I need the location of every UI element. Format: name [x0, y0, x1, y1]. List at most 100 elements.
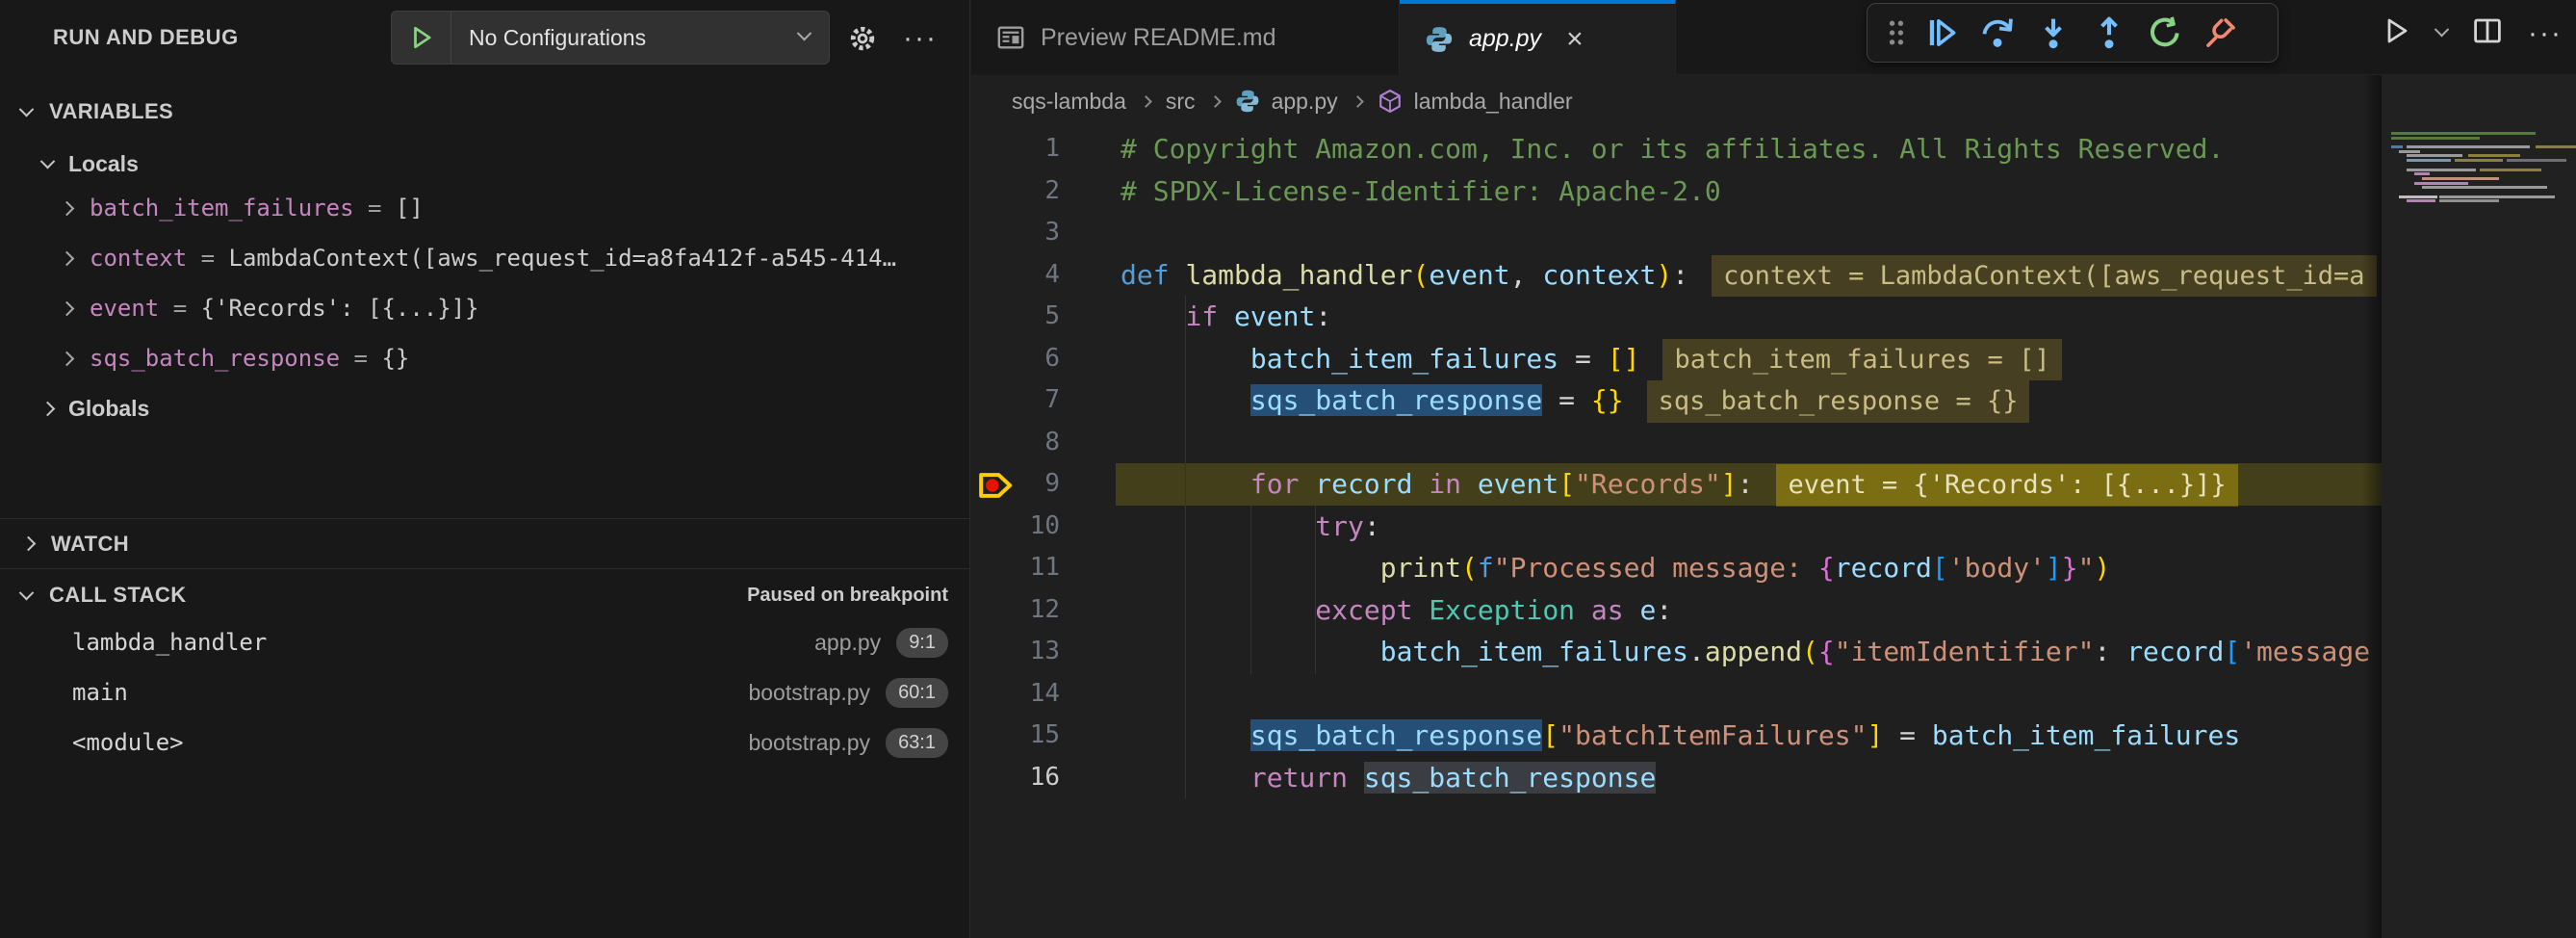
code-line[interactable]: 2# SPDX-License-Identifier: Apache-2.0	[971, 170, 2382, 213]
sidebar-more-actions-button[interactable]: ···	[903, 21, 938, 56]
line-number[interactable]: 13	[971, 631, 1060, 673]
code-line[interactable]: 11 print(f"Processed message: {record['b…	[971, 547, 2382, 589]
code-line[interactable]: 4def lambda_handler(event, context):cont…	[971, 254, 2382, 297]
variable-row[interactable]: event = {'Records': [{...}]}	[0, 283, 969, 333]
minimap-segment	[2407, 154, 2462, 157]
debug-continue-icon	[1924, 15, 1959, 50]
minimap-line	[2391, 198, 2570, 203]
code-line[interactable]: 14	[971, 673, 2382, 716]
line-number[interactable]: 4	[971, 254, 1060, 297]
code-line[interactable]: 8	[971, 422, 2382, 464]
toolbar-drag-handle[interactable]	[1879, 8, 1914, 58]
continue-button[interactable]	[1914, 8, 1970, 58]
code-line[interactable]: 10 try:	[971, 506, 2382, 548]
variable-row[interactable]: sqs_batch_response = {}	[0, 333, 969, 383]
code-token: lambda_handler	[1185, 259, 1412, 291]
code-line[interactable]: 9 for record in event["Records"]:event =…	[971, 463, 2382, 506]
code-line[interactable]: 7 sqs_batch_response = {}sqs_batch_respo…	[971, 379, 2382, 422]
line-number[interactable]: 1	[971, 128, 1060, 170]
variable-value: {'Records': [{...}]}	[201, 295, 479, 322]
callstack-frame[interactable]: mainbootstrap.py60:1	[0, 667, 969, 717]
breadcrumb-file[interactable]: app.py	[1272, 89, 1338, 115]
split-editor-icon	[2472, 15, 2503, 46]
breadcrumb-separator-icon	[1140, 95, 1152, 108]
line-number[interactable]: 12	[971, 589, 1060, 632]
disconnect-button[interactable]	[2193, 8, 2249, 58]
breadcrumb-folder[interactable]: sqs-lambda	[1012, 89, 1126, 115]
code-line[interactable]: 6 batch_item_failures = []batch_item_fai…	[971, 338, 2382, 380]
code-token	[1348, 762, 1364, 794]
code-token: def	[1121, 259, 1170, 291]
code-line[interactable]: 13 batch_item_failures.append({"itemIden…	[971, 631, 2382, 673]
code-line[interactable]: 16 return sqs_batch_response	[971, 757, 2382, 799]
start-debug-button[interactable]	[392, 12, 451, 64]
callstack-frame[interactable]: <module>bootstrap.py63:1	[0, 717, 969, 768]
line-number[interactable]: 15	[971, 715, 1060, 757]
run-python-file-button[interactable]	[2381, 15, 2411, 51]
watch-section-header[interactable]: WATCH	[0, 518, 969, 569]
line-number[interactable]: 10	[971, 506, 1060, 548]
line-number[interactable]: 14	[971, 673, 1060, 716]
code-token: append	[1705, 636, 1802, 667]
code-line[interactable]: 5 if event:	[971, 296, 2382, 338]
line-number[interactable]: 3	[971, 212, 1060, 254]
line-number[interactable]: 11	[971, 547, 1060, 589]
scope-globals[interactable]: Globals	[0, 383, 969, 433]
line-number[interactable]: 7	[971, 379, 1060, 422]
step-over-button[interactable]	[1970, 8, 2025, 58]
frame-file: bootstrap.py	[748, 680, 870, 706]
restart-button[interactable]	[2137, 8, 2193, 58]
variable-value: LambdaContext([aws_request_id=a8fa412f-a…	[229, 245, 897, 272]
line-number[interactable]: 6	[971, 338, 1060, 380]
variable-value: {}	[381, 345, 409, 372]
line-number[interactable]: 5	[971, 296, 1060, 338]
variable-name: event	[90, 295, 159, 322]
code-line[interactable]: 1# Copyright Amazon.com, Inc. or its aff…	[971, 128, 2382, 170]
code-token: "itemIdentifier"	[1835, 636, 2095, 667]
minimap-segment	[2422, 186, 2547, 189]
scope-label: Locals	[68, 151, 139, 177]
code-token: 'body'	[1948, 552, 2046, 584]
variable-row[interactable]: context = LambdaContext([aws_request_id=…	[0, 233, 969, 283]
variable-row[interactable]: batch_item_failures = []	[0, 183, 969, 233]
line-number[interactable]: 16	[971, 757, 1060, 799]
step-out-button[interactable]	[2081, 8, 2137, 58]
code-token	[1299, 468, 1315, 500]
callstack-section-header[interactable]: CALL STACK Paused on breakpoint	[0, 573, 969, 617]
editor-more-actions-button[interactable]: ···	[2528, 17, 2563, 50]
code-token: =	[1558, 343, 1608, 375]
code-token: Exception	[1429, 594, 1575, 626]
chevron-down-icon	[2434, 21, 2450, 37]
step-into-button[interactable]	[2025, 8, 2081, 58]
code-line[interactable]: 3	[971, 212, 2382, 254]
minimap[interactable]	[2382, 75, 2576, 938]
debug-configuration-dropdown[interactable]: No Configurations	[391, 11, 830, 65]
frame-function: lambda_handler	[72, 629, 267, 656]
frame-location: app.py9:1	[814, 628, 948, 658]
run-options-chevron[interactable]	[2436, 25, 2447, 42]
tab-app-py[interactable]: app.py ×	[1400, 0, 1676, 75]
debug-step-over-icon	[1980, 15, 2015, 50]
code-token: :	[1364, 510, 1380, 542]
breadcrumb-symbol[interactable]: lambda_handler	[1414, 89, 1573, 115]
tab-preview-readme[interactable]: Preview README.md	[971, 0, 1400, 75]
split-editor-button[interactable]	[2472, 15, 2503, 51]
code-line-text: sqs_batch_response = {}sqs_batch_respons…	[1121, 379, 2029, 423]
debug-settings-button[interactable]	[845, 21, 880, 56]
frame-function: main	[72, 679, 128, 706]
breadcrumb-folder[interactable]: src	[1166, 89, 1196, 115]
code-line[interactable]: 12 except Exception as e:	[971, 589, 2382, 632]
debug-inline-value: context = LambdaContext([aws_request_id=…	[1712, 255, 2376, 298]
code-line[interactable]: 15 sqs_batch_response["batchItemFailures…	[971, 715, 2382, 757]
frame-file: bootstrap.py	[748, 730, 870, 756]
scope-locals[interactable]: Locals	[0, 144, 969, 183]
code-editor[interactable]: 1# Copyright Amazon.com, Inc. or its aff…	[971, 128, 2382, 938]
minimap-segment	[2391, 132, 2536, 135]
callstack-frame[interactable]: lambda_handler app.py9:1	[0, 617, 969, 667]
line-number[interactable]: 2	[971, 170, 1060, 213]
close-icon[interactable]: ×	[1566, 23, 1584, 56]
variable-text: batch_item_failures = []	[90, 195, 424, 221]
variables-section-header[interactable]: VARIABLES	[0, 92, 969, 131]
variable-text: sqs_batch_response = {}	[90, 345, 409, 372]
line-number[interactable]: 8	[971, 422, 1060, 464]
